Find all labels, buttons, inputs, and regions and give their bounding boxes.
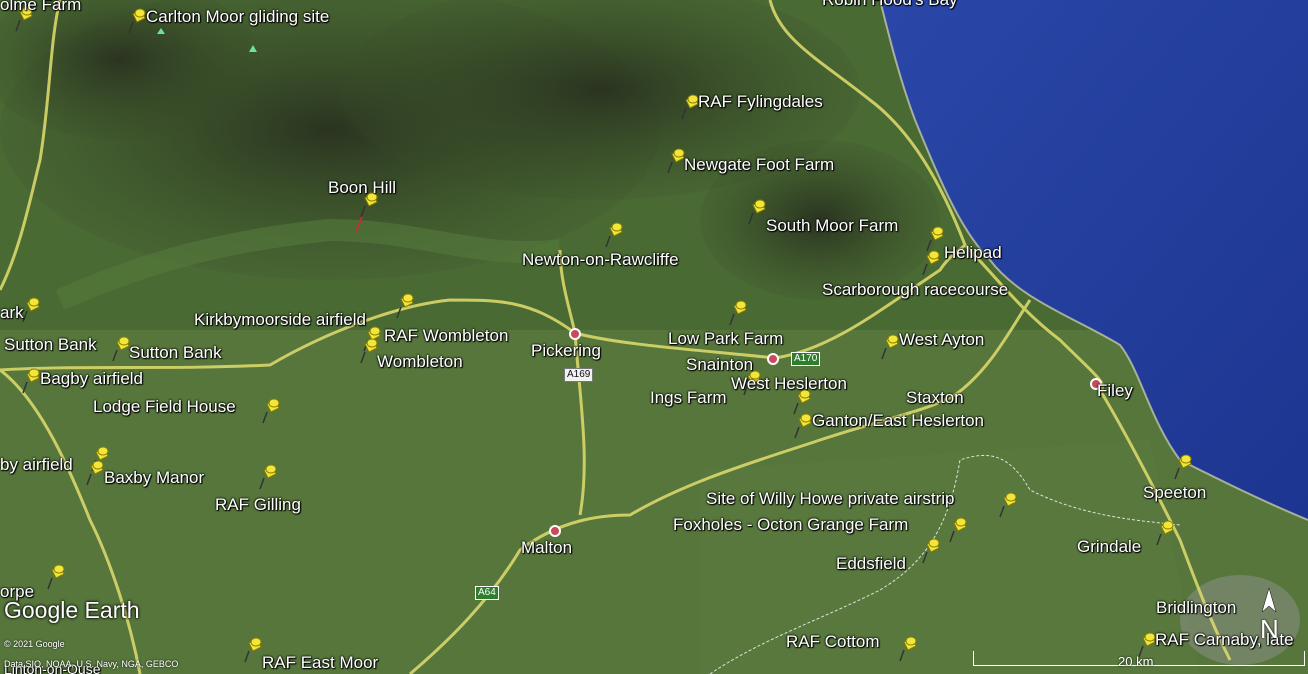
placemark-pin-icon[interactable] (85, 460, 105, 486)
label-raf-gilling[interactable]: RAF Gilling (215, 496, 301, 514)
scale-label: 20 km (1118, 654, 1154, 669)
placemark-pin-icon[interactable] (604, 222, 624, 248)
label-holme-farm[interactable]: olme Farm (0, 0, 81, 14)
placemark-pin-icon[interactable] (728, 300, 748, 326)
placemark-pin-icon[interactable] (880, 334, 900, 360)
copyright-text: © 2021 Google (4, 639, 65, 649)
label-ganton[interactable]: Ganton/East Heslerton (812, 412, 984, 430)
label-ings-farm[interactable]: Ings Farm (650, 389, 727, 407)
label-robin-hoods-bay[interactable]: Robin Hood's Bay (822, 0, 958, 9)
label-bridlington[interactable]: Bridlington (1156, 599, 1236, 617)
pickering-dot (569, 328, 581, 340)
placemark-pin-icon[interactable] (46, 564, 66, 590)
label-wombleton[interactable]: Wombleton (377, 353, 463, 371)
label-scarborough-rc[interactable]: Scarborough racecourse (822, 281, 1008, 299)
placemark-pin-icon[interactable] (666, 148, 686, 174)
road-shield-a170: A170 (791, 352, 821, 366)
label-sutton-bank-a[interactable]: Sutton Bank (4, 336, 97, 354)
label-malton[interactable]: Malton (521, 539, 572, 557)
malton-dot (549, 525, 561, 537)
label-pickering[interactable]: Pickering (531, 342, 601, 360)
placemark-pin-icon[interactable] (898, 636, 918, 662)
map-terrain (0, 0, 1308, 674)
placemark-pin-icon[interactable] (359, 338, 379, 364)
label-lodge-field[interactable]: Lodge Field House (93, 398, 236, 416)
data-attribution: Data SIO, NOAA, U.S. Navy, NGA, GEBCO (4, 659, 179, 669)
label-staxton[interactable]: Staxton (906, 389, 964, 407)
placemark-pin-icon[interactable] (243, 637, 263, 663)
label-foxholes[interactable]: Foxholes - Octon Grange Farm (673, 516, 908, 534)
placemark-pin-icon[interactable] (1155, 520, 1175, 546)
label-raf-wombleton[interactable]: RAF Wombleton (384, 327, 508, 345)
compass-label: N (1260, 614, 1279, 644)
placemark-pin-icon[interactable] (680, 94, 700, 120)
label-kirkbymoorside[interactable]: Kirkbymoorside airfield (194, 311, 366, 329)
label-baxby-manor[interactable]: Baxby Manor (104, 469, 204, 487)
label-park-left[interactable]: ark (0, 304, 24, 322)
map-view[interactable]: A170 A169 A64 Robin Hood's Bay olme Farm… (0, 0, 1308, 674)
label-bagby[interactable]: Bagby airfield (40, 370, 143, 388)
placemark-pin-icon[interactable] (948, 517, 968, 543)
label-willy-howe[interactable]: Site of Willy Howe private airstrip (706, 490, 954, 508)
placemark-pin-icon[interactable] (1173, 454, 1193, 480)
label-snainton[interactable]: Snainton (686, 356, 753, 374)
label-newgate-foot[interactable]: Newgate Foot Farm (684, 156, 834, 174)
placemark-pin-icon[interactable] (111, 336, 131, 362)
label-carlton-moor[interactable]: Carlton Moor gliding site (146, 8, 329, 26)
placemark-pin-icon[interactable] (21, 368, 41, 394)
label-helipad[interactable]: Helipad (944, 244, 1002, 262)
label-raf-cottom[interactable]: RAF Cottom (786, 633, 880, 651)
label-grindale[interactable]: Grindale (1077, 538, 1141, 556)
placemark-pin-icon[interactable] (395, 293, 415, 319)
snainton-dot (767, 353, 779, 365)
placemark-pin-icon[interactable] (127, 8, 147, 34)
placemark-pin-icon[interactable] (925, 226, 945, 252)
road-shield-a169: A169 (564, 368, 594, 382)
label-filey[interactable]: Filey (1097, 382, 1133, 400)
label-south-moor[interactable]: South Moor Farm (766, 217, 898, 235)
compass-north-arrow[interactable]: N (1252, 586, 1286, 646)
placemark-pin-icon[interactable] (21, 297, 41, 323)
placemark-pin-icon[interactable] (998, 492, 1018, 518)
placemark-pin-icon[interactable] (258, 464, 278, 490)
label-west-ayton[interactable]: West Ayton (899, 331, 984, 349)
placemark-pin-icon[interactable] (261, 398, 281, 424)
label-boon-hill[interactable]: Boon Hill (328, 179, 396, 197)
label-west-heslerton[interactable]: West Heslerton (731, 375, 847, 393)
placemark-pin-icon[interactable] (747, 199, 767, 225)
label-eddsfield[interactable]: Eddsfield (836, 555, 906, 573)
label-by-airfield[interactable]: by airfield (0, 456, 73, 474)
google-earth-logo: Google Earth (4, 597, 140, 623)
label-sutton-bank-b[interactable]: Sutton Bank (129, 344, 222, 362)
placemark-pin-icon[interactable] (921, 538, 941, 564)
label-speeton[interactable]: Speeton (1143, 484, 1206, 502)
road-shield-a64: A64 (475, 586, 499, 600)
label-newton-rawcliffe[interactable]: Newton-on-Rawcliffe (522, 251, 679, 269)
label-low-park[interactable]: Low Park Farm (668, 330, 783, 348)
placemark-pin-icon[interactable] (921, 250, 941, 276)
label-raf-east-moor[interactable]: RAF East Moor (262, 654, 378, 672)
placemark-pin-icon[interactable] (793, 413, 813, 439)
label-raf-fylingdales[interactable]: RAF Fylingdales (698, 93, 823, 111)
